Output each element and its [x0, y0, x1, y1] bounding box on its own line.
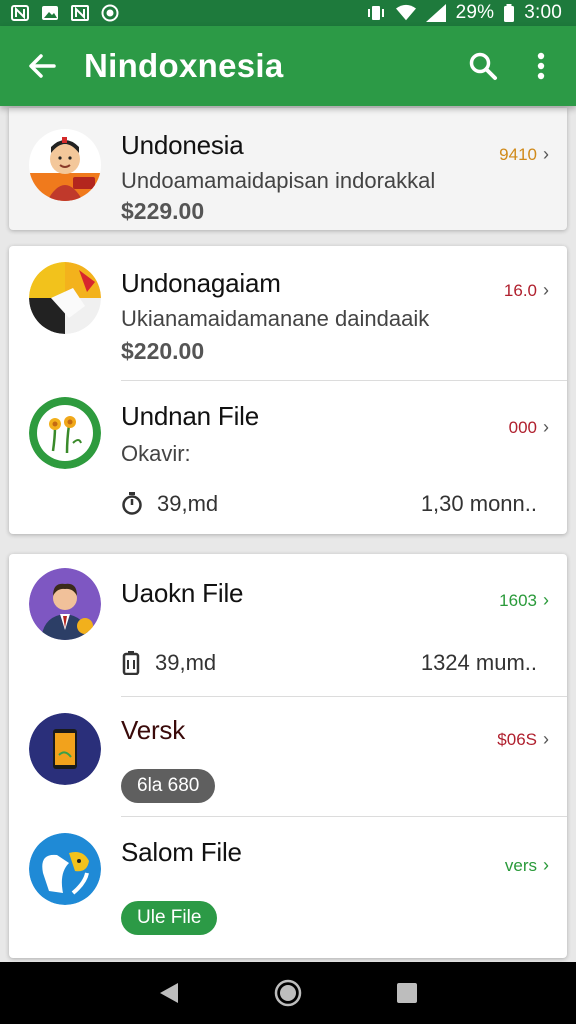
- n-notification-icon: [10, 4, 30, 22]
- circle-home-icon: [274, 979, 302, 1007]
- trailing-value: $06S: [497, 729, 537, 749]
- vibrate-icon: [366, 4, 386, 22]
- status-time: 3:00: [524, 2, 562, 23]
- item-trailing: 000 ›: [509, 417, 549, 438]
- pie-chart-avatar: [29, 262, 101, 334]
- list-item[interactable]: Undonesia Undoamamaidapisan indorakkal $…: [9, 108, 567, 230]
- battery-percent: 29%: [455, 2, 495, 23]
- trailing-value: vers: [504, 855, 537, 875]
- item-trailing: vers ›: [505, 855, 549, 876]
- flower-avatar: [29, 397, 101, 469]
- app-title: Nindoxnesia: [84, 47, 284, 84]
- chevron-right-icon: ›: [543, 144, 549, 164]
- list-item[interactable]: Uaokn File 39,md 1324 mum.. 1603 ›: [9, 554, 567, 696]
- square-recents-icon: [396, 983, 417, 1003]
- item-title: Versk: [121, 715, 186, 745]
- item-title: Undonesia: [121, 130, 244, 160]
- card-3: Uaokn File 39,md 1324 mum.. 1603 › Versk…: [9, 554, 567, 958]
- app-bar: Nindoxnesia: [0, 26, 576, 106]
- signal-icon: [425, 4, 446, 22]
- person-flag-avatar: [29, 129, 101, 201]
- trailing-value: 1603: [499, 590, 537, 610]
- item-title: Undnan File: [121, 401, 259, 431]
- list-item[interactable]: Versk 6la 680 $06S ›: [9, 697, 567, 816]
- businessman-avatar: [29, 568, 101, 640]
- item-meta-right: 1324 mum..: [420, 650, 537, 675]
- item-title: Salom File: [121, 837, 242, 867]
- item-trailing: $06S ›: [497, 729, 549, 750]
- status-left-icons: [10, 4, 120, 22]
- triangle-back-icon: [160, 983, 179, 1003]
- chevron-right-icon: ›: [543, 590, 549, 610]
- item-meta-right: 1,30 monn..: [420, 491, 537, 516]
- arrow-back-icon: [29, 54, 56, 78]
- item-trailing: 1603 ›: [499, 590, 549, 611]
- chevron-right-icon: ›: [543, 280, 549, 300]
- item-meta-left: 39,md: [121, 650, 216, 676]
- chevron-right-icon: ›: [543, 855, 549, 875]
- battery-icon: [504, 4, 515, 22]
- chevron-right-icon: ›: [543, 729, 549, 749]
- nav-home-button[interactable]: [268, 973, 308, 1013]
- back-button[interactable]: [0, 26, 84, 106]
- search-icon: [469, 52, 497, 80]
- nav-recents-button[interactable]: [387, 973, 427, 1013]
- sync-notification-icon: [100, 4, 120, 22]
- meta-left-text: 39,md: [155, 650, 217, 675]
- list-item[interactable]: Undnan File Okavir: 39,md 1,30 monn.. 00…: [9, 381, 567, 534]
- n-box-notification-icon: [70, 4, 90, 22]
- item-subtitle: Ukianamaidamanane daindaaik: [121, 306, 430, 331]
- trailing-value: 9410: [499, 144, 537, 164]
- phone-avatar: [29, 713, 101, 785]
- item-trailing: 16.0 ›: [504, 280, 549, 301]
- battery-meta-icon: [122, 651, 140, 675]
- item-price: $229.00: [121, 198, 205, 224]
- item-subtitle: Okavir:: [121, 441, 191, 466]
- item-price: $220.00: [121, 338, 205, 364]
- overflow-menu-button[interactable]: [512, 26, 570, 106]
- timer-icon: [122, 492, 142, 515]
- item-meta-left: 39,md: [121, 491, 218, 517]
- trailing-value: 000: [508, 417, 537, 437]
- list-item[interactable]: Undonagaiam Ukianamaidamanane daindaaik …: [9, 246, 567, 380]
- image-notification-icon: [40, 4, 60, 22]
- item-title: Uaokn File: [121, 578, 244, 608]
- status-chip[interactable]: 6la 680: [121, 769, 216, 803]
- list-item[interactable]: Salom File Ule File vers ›: [9, 817, 567, 958]
- mascot-avatar: [29, 833, 101, 905]
- more-vert-icon: [537, 52, 545, 80]
- status-chip[interactable]: Ule File: [121, 901, 218, 935]
- system-nav-bar: [0, 962, 576, 1024]
- search-button[interactable]: [454, 26, 512, 106]
- meta-left-text: 39,md: [157, 491, 219, 516]
- item-title: Undonagaiam: [121, 268, 281, 298]
- content-list: Undonesia Undoamamaidapisan indorakkal $…: [0, 106, 576, 962]
- chevron-right-icon: ›: [543, 417, 549, 437]
- card-2: Undonagaiam Ukianamaidamanane daindaaik …: [9, 246, 567, 534]
- item-trailing: 9410 ›: [499, 144, 549, 165]
- nav-back-button[interactable]: [149, 973, 189, 1013]
- status-right-icons: 29% 3:00: [366, 2, 562, 24]
- wifi-icon: [395, 4, 416, 22]
- card-1: Undonesia Undoamamaidapisan indorakkal $…: [9, 108, 567, 230]
- item-subtitle: Undoamamaidapisan indorakkal: [121, 168, 436, 193]
- trailing-value: 16.0: [503, 280, 537, 300]
- status-bar: 29% 3:00: [0, 0, 576, 26]
